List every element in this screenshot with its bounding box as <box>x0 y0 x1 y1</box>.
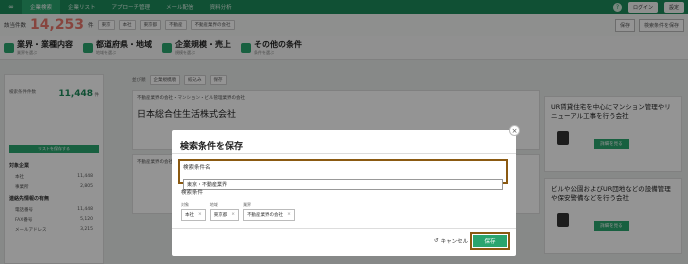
save-button-highlight: 保存 <box>470 232 510 250</box>
close-icon[interactable]: × <box>509 125 520 136</box>
condition-tag[interactable]: 本社 × <box>181 209 206 221</box>
search-name-label: 検索条件名 <box>183 165 211 171</box>
divider <box>172 153 516 154</box>
undo-icon: ↺ <box>434 238 439 244</box>
save-button[interactable]: 保存 <box>473 235 507 247</box>
remove-icon[interactable]: × <box>287 212 291 218</box>
conditions-section: 検索条件 対象 本社 × 地域 東京都 × 業界 不動産業界の会社 × <box>181 188 507 226</box>
app-background: ∞ 企業検索 企業リスト アプローチ管理 メール配信 資料分析 ? ログイン 設… <box>0 0 688 264</box>
remove-icon[interactable]: × <box>198 212 202 218</box>
condition-tag[interactable]: 不動産業界の会社 × <box>243 209 295 221</box>
modal-title: 検索条件を保存 <box>180 142 244 152</box>
condition-tag[interactable]: 東京都 × <box>209 209 240 221</box>
remove-icon[interactable]: × <box>231 212 235 218</box>
conditions-label: 検索条件 <box>181 190 204 196</box>
search-name-section: 検索条件名 <box>178 159 508 190</box>
save-search-modal: 検索条件を保存 検索条件名 検索条件 対象 本社× 地域 東京都× 業界 不動産… <box>172 130 516 256</box>
cancel-button[interactable]: ↺ キャンセル <box>434 237 468 245</box>
divider <box>172 228 516 229</box>
